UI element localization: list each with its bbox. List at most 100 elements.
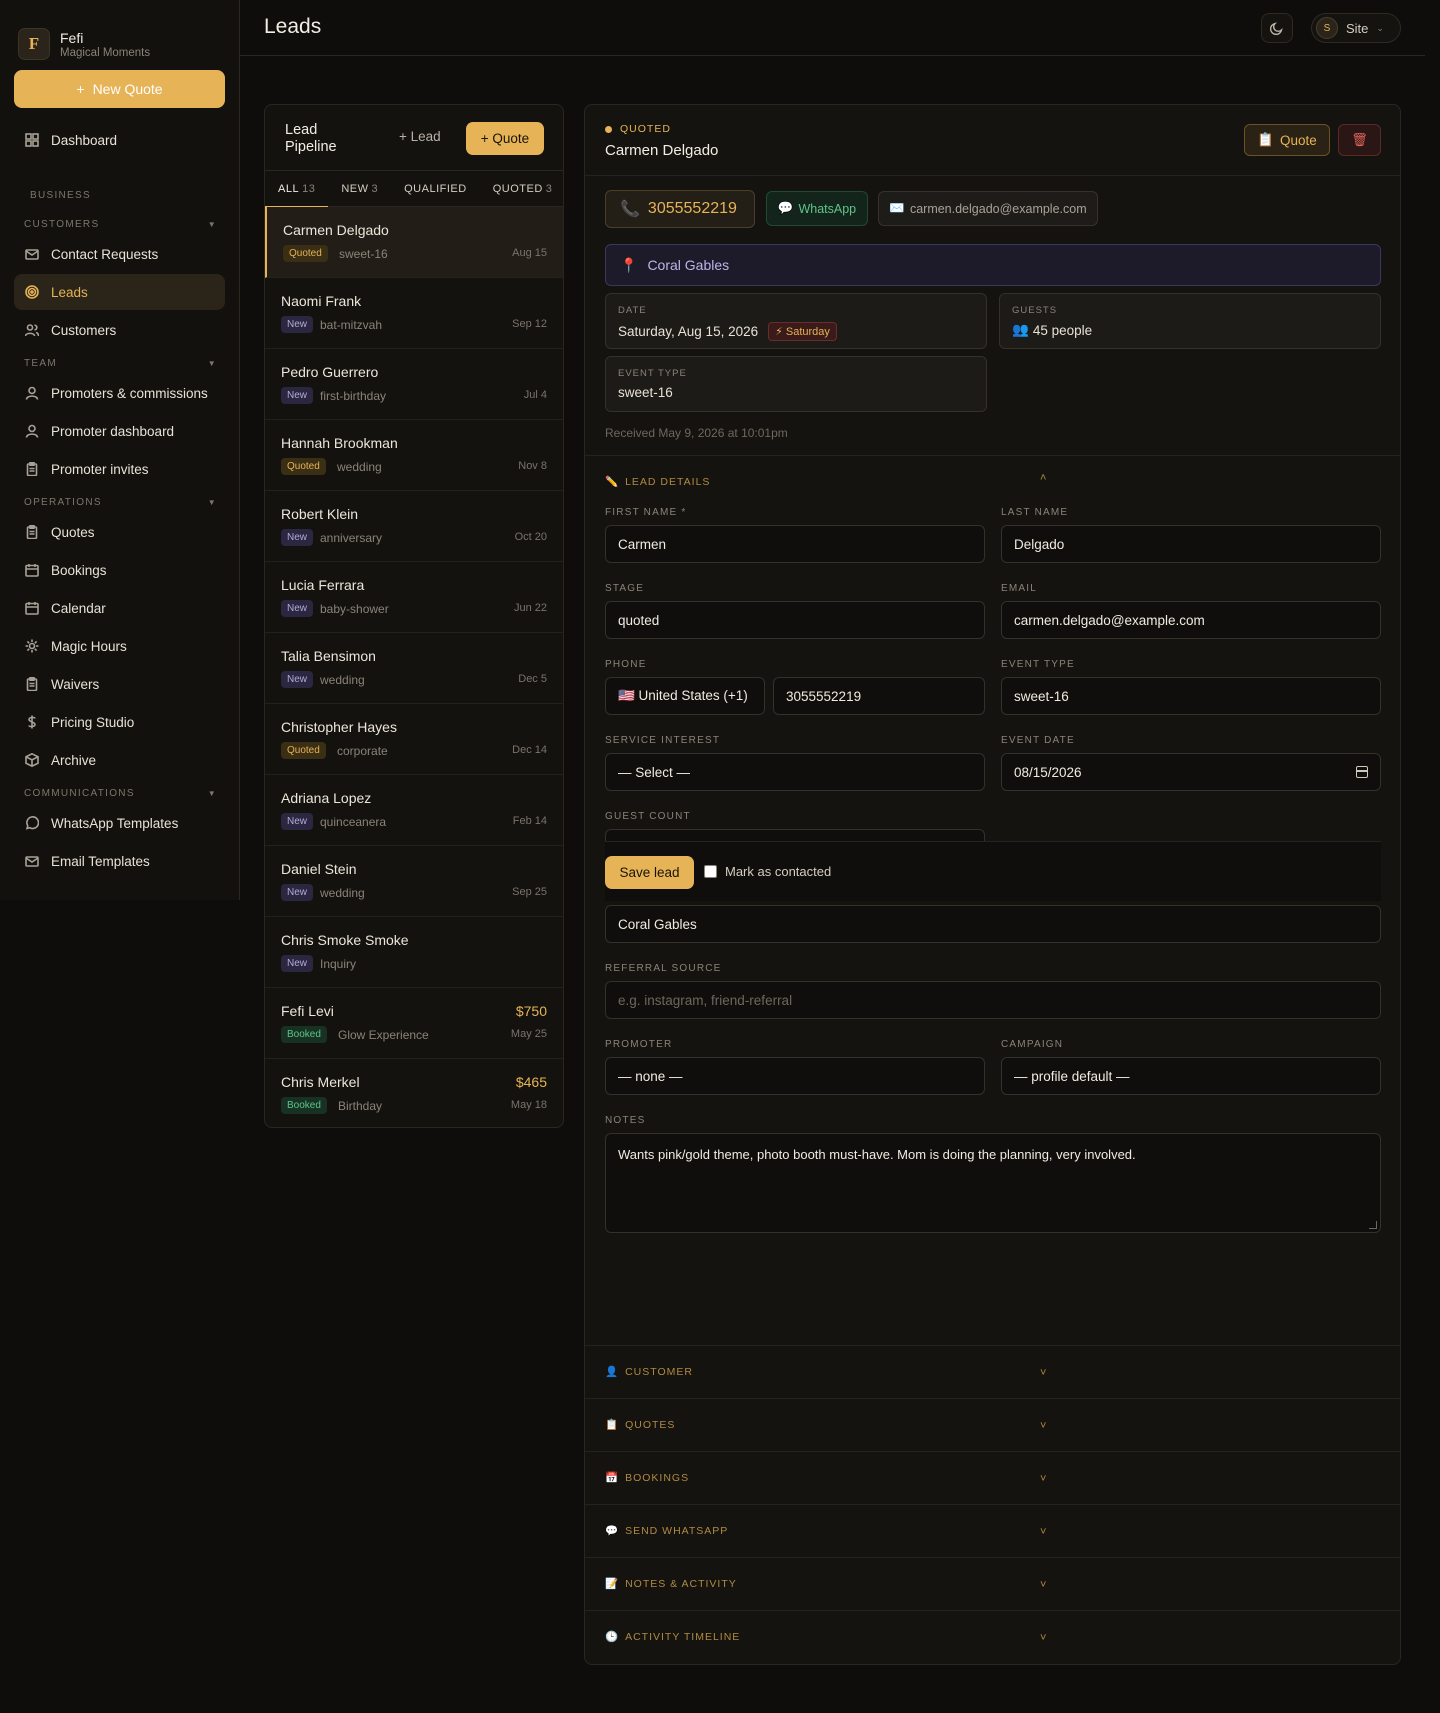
promoter-select[interactable]: — none — <box>605 1057 985 1095</box>
country-code-select[interactable]: 🇺🇸 United States (+1) <box>605 677 765 715</box>
add-lead-button[interactable]: + Lead <box>399 129 441 144</box>
status-badge: Quoted <box>281 742 326 759</box>
users-icon <box>25 323 39 337</box>
checkbox[interactable] <box>704 865 717 878</box>
sidebar-item-promoter-dashboard[interactable]: Promoter dashboard <box>14 413 225 449</box>
group-communications[interactable]: COMMUNICATIONS ▼ <box>14 784 225 802</box>
section-header-notes-activity[interactable]: 📝 NOTES & ACTIVITY <box>605 1577 737 1591</box>
sidebar-item-magic-hours[interactable]: Magic Hours <box>14 628 225 664</box>
sidebar-item-email-templates[interactable]: Email Templates <box>14 843 225 879</box>
sidebar-item-contact-requests[interactable]: Contact Requests <box>14 236 225 272</box>
notes-textarea[interactable]: Wants pink/gold theme, photo booth must-… <box>605 1133 1381 1233</box>
section-icon: 📅 <box>605 1472 620 1484</box>
create-quote-button[interactable]: 📋 Quote <box>1244 124 1330 156</box>
list-item[interactable]: Christopher Hayes Quoted corporate Dec 14 <box>265 704 563 775</box>
divider <box>585 1451 1400 1452</box>
chevron-down-icon[interactable]: ˅ <box>1040 1473 1046 1485</box>
sidebar-item-customers[interactable]: Customers <box>14 312 225 348</box>
whatsapp-chip[interactable]: 💬 WhatsApp <box>766 191 868 226</box>
list-item[interactable]: Lucia Ferrara New baby-shower Jun 22 <box>265 562 563 633</box>
status-badge: New <box>281 600 314 617</box>
sidebar-item-promoters[interactable]: Promoters & commissions <box>14 375 225 411</box>
sidebar-item-whatsapp-templates[interactable]: WhatsApp Templates <box>14 805 225 841</box>
list-item[interactable]: Daniel Stein New wedding Sep 25 <box>265 846 563 917</box>
notes-label: NOTES <box>605 1115 646 1126</box>
delete-button[interactable]: 🗑 <box>1338 124 1381 156</box>
list-item[interactable]: Chris Merkel Booked Birthday May 18 $465 <box>265 1059 563 1127</box>
calendar-icon[interactable] <box>1356 766 1368 778</box>
tab-all[interactable]: ALL 13 <box>265 171 329 208</box>
sidebar-item-dashboard[interactable]: Dashboard <box>14 122 225 158</box>
group-team[interactable]: TEAM ▼ <box>14 354 225 372</box>
event-type-field[interactable]: sweet-16 <box>1001 677 1381 715</box>
lead-date: Jul 4 <box>523 389 547 401</box>
referral-source-input[interactable]: e.g. instagram, friend-referral <box>605 981 1381 1019</box>
section-header-customer[interactable]: 👤 CUSTOMER <box>605 1365 693 1379</box>
site-menu-button[interactable]: S Site ⌄ <box>1311 13 1401 43</box>
list-item[interactable]: Adriana Lopez New quinceanera Feb 14 <box>265 775 563 846</box>
sidebar-item-calendar[interactable]: Calendar <box>14 590 225 626</box>
save-lead-button[interactable]: Save lead <box>605 856 694 889</box>
sidebar-item-leads[interactable]: Leads <box>14 274 225 310</box>
list-item[interactable]: Naomi Frank New bat-mitzvah Sep 12 <box>265 278 563 349</box>
sidebar-item-label: Promoter invites <box>51 461 149 477</box>
section-header-activity-timeline[interactable]: 🕒 ACTIVITY TIMELINE <box>605 1630 740 1644</box>
list-item[interactable]: Fefi Levi Booked Glow Experience May 25 $750 <box>265 988 563 1059</box>
group-operations[interactable]: OPERATIONS ▼ <box>14 493 225 511</box>
service-interest-select[interactable]: — Select — <box>605 753 985 791</box>
location-bar[interactable]: 📍 Coral Gables <box>605 244 1381 286</box>
sidebar-item-label: Contact Requests <box>51 246 159 262</box>
tab-quoted[interactable]: QUOTED 3 <box>480 171 563 207</box>
sidebar-item-pricing-studio[interactable]: Pricing Studio <box>14 704 225 740</box>
mark-contacted-checkbox[interactable]: Mark as contacted <box>704 864 831 879</box>
first-name-field[interactable]: Carmen <box>605 525 985 563</box>
phone-icon: 📞 <box>620 201 640 218</box>
stage-select[interactable]: quoted <box>605 601 985 639</box>
chevron-up-icon[interactable]: ˄ <box>1040 472 1046 484</box>
section-header-quotes[interactable]: 📋 QUOTES <box>605 1418 675 1432</box>
last-name-field[interactable]: Delgado <box>1001 525 1381 563</box>
lead-name: Christopher Hayes <box>281 719 397 735</box>
email-field[interactable]: carmen.delgado@example.com <box>1001 601 1381 639</box>
new-quote-button[interactable]: + New Quote <box>14 70 225 108</box>
resize-handle-icon[interactable] <box>1369 1221 1377 1229</box>
list-item[interactable]: Chris Smoke Smoke New Inquiry <box>265 917 563 988</box>
list-item[interactable]: Carmen Delgado Quoted sweet-16 Aug 15 <box>265 207 563 278</box>
lead-details-header[interactable]: ✏️ LEAD DETAILS <box>605 475 710 489</box>
section-header-bookings[interactable]: 📅 BOOKINGS <box>605 1471 689 1485</box>
phone-field[interactable]: 3055552219 <box>773 677 985 715</box>
group-customers[interactable]: CUSTOMERS ▼ <box>14 215 225 233</box>
phone-chip[interactable]: 📞 3055552219 <box>605 190 755 228</box>
sidebar-item-label: Dashboard <box>51 132 118 148</box>
theme-toggle-button[interactable] <box>1261 13 1293 43</box>
sidebar-item-archive[interactable]: Archive <box>14 742 225 778</box>
chevron-down-icon[interactable]: ˅ <box>1040 1420 1046 1432</box>
lead-date: Feb 14 <box>512 815 547 827</box>
sidebar-item-quotes[interactable]: Quotes <box>14 514 225 550</box>
chevron-down-icon[interactable]: ˅ <box>1040 1367 1046 1379</box>
lead-date: Jun 22 <box>513 602 547 614</box>
guest-count-label: GUEST COUNT <box>605 811 691 822</box>
sidebar-item-bookings[interactable]: Bookings <box>14 552 225 588</box>
tab-qualified[interactable]: QUALIFIED <box>391 171 480 207</box>
section-header-send-whatsapp[interactable]: 💬 SEND WHATSAPP <box>605 1524 728 1538</box>
campaign-select[interactable]: — profile default — <box>1001 1057 1381 1095</box>
sidebar-item-waivers[interactable]: Waivers <box>14 666 225 702</box>
sidebar-item-promoter-invites[interactable]: Promoter invites <box>14 451 225 487</box>
chevron-down-icon[interactable]: ˅ <box>1040 1526 1046 1538</box>
add-quote-button[interactable]: + Quote <box>466 122 544 155</box>
event-date-field[interactable]: 08/15/2026 <box>1001 753 1381 791</box>
location-field[interactable]: Coral Gables <box>605 905 1381 943</box>
lead-amount: $465 <box>515 1074 547 1090</box>
list-item[interactable]: Talia Bensimon New wedding Dec 5 <box>265 633 563 704</box>
list-item[interactable]: Robert Klein New anniversary Oct 20 <box>265 491 563 562</box>
list-item[interactable]: Hannah Brookman Quoted wedding Nov 8 <box>265 420 563 491</box>
brand[interactable]: F Fefi Magical Moments <box>0 0 239 70</box>
email-chip[interactable]: ✉️ carmen.delgado@example.com <box>878 191 1098 226</box>
chevron-down-icon[interactable]: ˅ <box>1040 1579 1046 1591</box>
list-item[interactable]: Pedro Guerrero New first-birthday Jul 4 <box>265 349 563 420</box>
chevron-down-icon[interactable]: ˅ <box>1040 1632 1046 1644</box>
tab-new[interactable]: NEW 3 <box>328 171 391 207</box>
lead-date: Sep 25 <box>512 886 547 898</box>
lead-name: Fefi Levi <box>281 1003 334 1019</box>
